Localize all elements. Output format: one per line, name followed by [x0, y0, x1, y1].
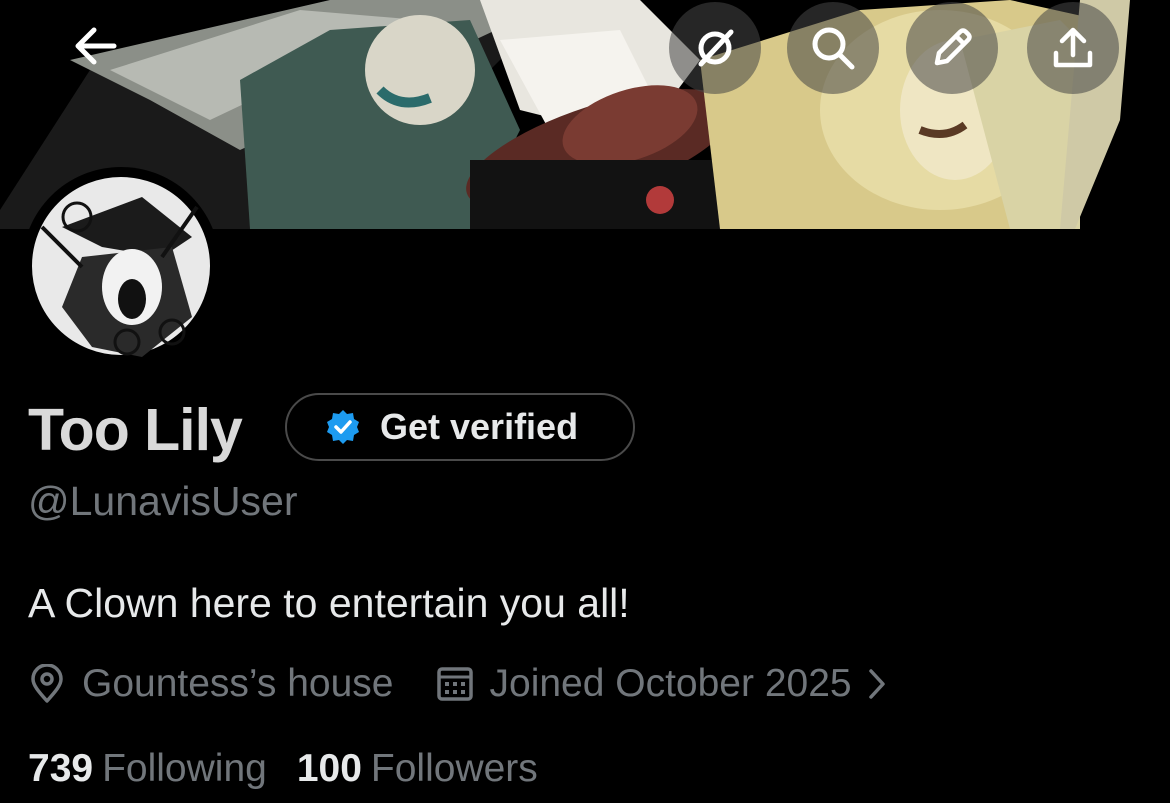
- chevron-right-icon: [866, 666, 888, 702]
- arrow-left-icon: [75, 27, 117, 65]
- profile-meta: Gountess’s house Joined October 2025: [28, 657, 888, 711]
- grok-button[interactable]: [669, 2, 761, 94]
- followers-link[interactable]: 100 Followers: [297, 747, 538, 791]
- bio: A Clown here to entertain you all!: [28, 580, 630, 626]
- calendar-icon: [436, 665, 474, 703]
- search-button[interactable]: [787, 2, 879, 94]
- joined-date[interactable]: Joined October 2025: [436, 662, 888, 706]
- get-verified-button[interactable]: Get verified: [285, 393, 635, 461]
- following-label: Following: [102, 747, 267, 790]
- followers-label: Followers: [370, 747, 538, 790]
- get-verified-label: Get verified: [380, 406, 579, 447]
- location: Gountess’s house: [28, 662, 394, 706]
- avatar-image: [26, 171, 216, 361]
- joined-text: Joined October 2025: [489, 662, 852, 705]
- edit-button[interactable]: [906, 2, 998, 94]
- avatar[interactable]: [22, 167, 220, 365]
- followers-count: 100: [296, 747, 362, 790]
- verified-badge-icon: [324, 408, 362, 446]
- back-button[interactable]: [52, 4, 140, 88]
- display-name: Too Lily: [28, 397, 243, 463]
- location-pin-icon: [28, 664, 66, 704]
- pencil-icon: [934, 28, 972, 66]
- handle: @LunavisUser: [28, 478, 298, 524]
- search-icon: [812, 27, 855, 70]
- location-text: Gountess’s house: [82, 662, 394, 705]
- share-button[interactable]: [1027, 2, 1119, 94]
- share-upload-icon: [1053, 27, 1093, 68]
- following-count: 739: [28, 747, 94, 790]
- grok-icon: [698, 29, 734, 67]
- following-link[interactable]: 739 Following: [28, 747, 267, 791]
- follow-counts: 739 Following 100 Followers: [28, 742, 538, 796]
